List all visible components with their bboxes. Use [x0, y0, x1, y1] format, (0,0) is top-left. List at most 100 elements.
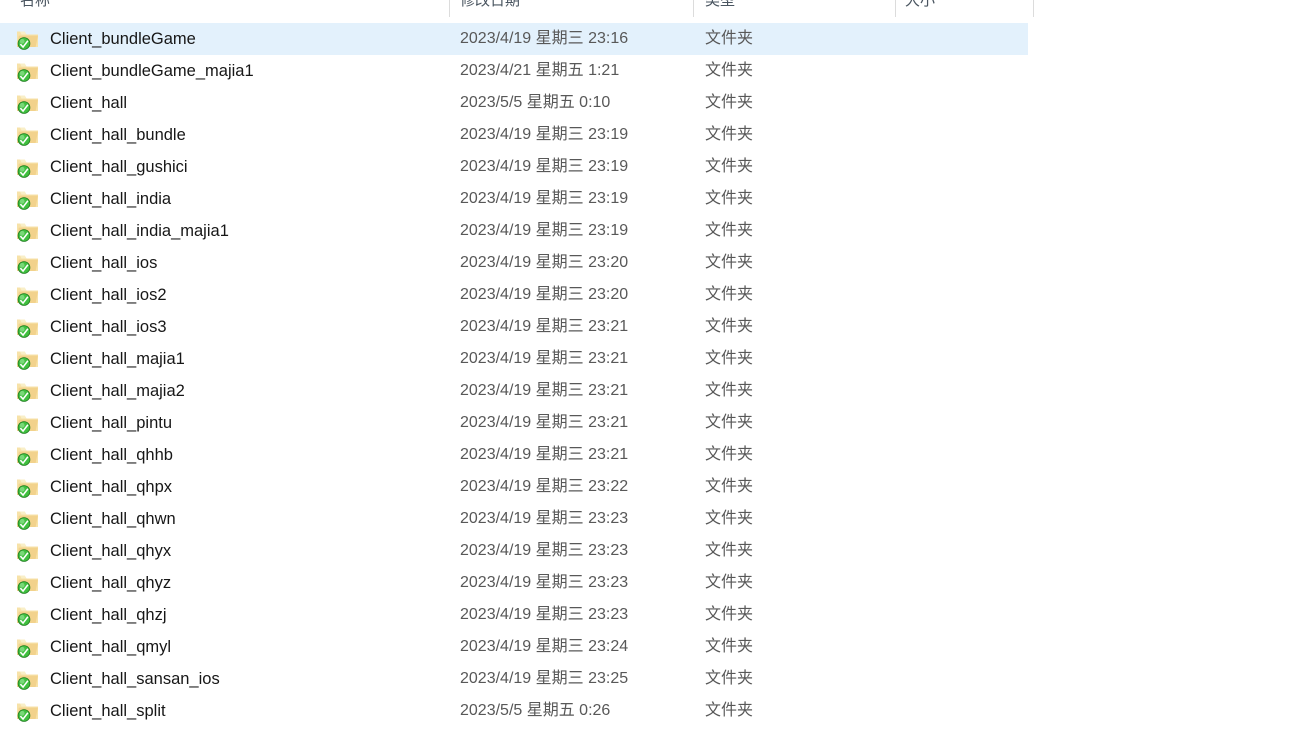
column-divider-size-end[interactable] [1033, 0, 1034, 17]
file-size [905, 599, 1025, 631]
file-row[interactable]: Client_hall_ios2 2023/4/19 星期三 23:20 文件夹 [0, 279, 1313, 311]
file-size [905, 55, 1025, 87]
file-row[interactable]: Client_hall_split 2023/5/5 星期五 0:26 文件夹 [0, 695, 1313, 727]
column-header-name[interactable]: 名称 [20, 0, 50, 16]
file-name[interactable]: Client_hall_qhyx [50, 535, 445, 567]
file-icon-cell [16, 215, 40, 247]
file-row[interactable]: Client_hall_qhyz 2023/4/19 星期三 23:23 文件夹 [0, 567, 1313, 599]
folder-svn-normal-icon [16, 23, 40, 55]
file-icon-cell [16, 87, 40, 119]
file-date-modified: 2023/4/19 星期三 23:16 [460, 30, 629, 47]
file-name[interactable]: Client_hall_split [50, 695, 445, 727]
column-header-date[interactable]: 修改日期 [460, 0, 520, 16]
file-name[interactable]: Client_bundleGame [50, 23, 445, 55]
file-name[interactable]: Client_hall_india_majia1 [50, 215, 445, 247]
folder-svn-normal-icon [16, 55, 40, 87]
file-row[interactable]: Client_hall_qhpx 2023/4/19 星期三 23:22 文件夹 [0, 471, 1313, 503]
file-date-modified: 2023/4/19 星期三 23:21 [460, 382, 629, 399]
file-row[interactable]: Client_hall_ios3 2023/4/19 星期三 23:21 文件夹 [0, 311, 1313, 343]
file-icon-cell [16, 311, 40, 343]
file-row[interactable]: Client_hall_pintu 2023/4/19 星期三 23:21 文件夹 [0, 407, 1313, 439]
file-icon-cell [16, 471, 40, 503]
file-size [905, 311, 1025, 343]
folder-svn-normal-icon [16, 151, 40, 183]
file-row[interactable]: Client_hall_qhzj 2023/4/19 星期三 23:23 文件夹 [0, 599, 1313, 631]
folder-svn-normal-icon [16, 567, 40, 599]
folder-svn-normal-icon [16, 343, 40, 375]
file-type: 文件夹 [705, 286, 754, 303]
column-header-size[interactable]: 大小 [905, 0, 935, 16]
file-row[interactable]: Client_hall_india 2023/4/19 星期三 23:19 文件夹 [0, 183, 1313, 215]
file-type: 文件夹 [705, 670, 754, 687]
column-divider-date-type[interactable] [693, 0, 694, 17]
file-type: 文件夹 [705, 446, 754, 463]
folder-svn-normal-icon [16, 311, 40, 343]
column-divider-type-size[interactable] [895, 0, 896, 17]
file-type: 文件夹 [705, 190, 754, 207]
file-name[interactable]: Client_hall_qhzj [50, 599, 445, 631]
file-name[interactable]: Client_hall_majia2 [50, 375, 445, 407]
file-date-modified: 2023/4/19 星期三 23:24 [460, 638, 629, 655]
folder-svn-normal-icon [16, 535, 40, 567]
file-row[interactable]: Client_bundleGame 2023/4/19 星期三 23:16 文件夹 [0, 23, 1313, 55]
file-date-modified: 2023/4/19 星期三 23:19 [460, 222, 629, 239]
file-row[interactable]: Client_hall_india_majia1 2023/4/19 星期三 23… [0, 215, 1313, 247]
folder-svn-normal-icon [16, 695, 40, 727]
file-date-modified: 2023/4/19 星期三 23:21 [460, 350, 629, 367]
column-header-type[interactable]: 类型 [705, 0, 735, 16]
file-name[interactable]: Client_hall_ios2 [50, 279, 445, 311]
file-list: Client_bundleGame 2023/4/19 星期三 23:16 文件夹 C… [0, 23, 1313, 740]
file-name[interactable]: Client_hall_gushici [50, 151, 445, 183]
file-name[interactable]: Client_hall_majia1 [50, 343, 445, 375]
file-row[interactable]: Client_hall_qmyl 2023/4/19 星期三 23:24 文件夹 [0, 631, 1313, 663]
file-name[interactable]: Client_hall_qhwn [50, 503, 445, 535]
file-row[interactable]: Client_hall_qhwn 2023/4/19 星期三 23:23 文件夹 [0, 503, 1313, 535]
file-row[interactable]: Client_hall_gushici 2023/4/19 星期三 23:19 文件… [0, 151, 1313, 183]
file-date-modified: 2023/4/19 星期三 23:19 [460, 158, 629, 175]
file-row[interactable]: Client_hall_qhyx 2023/4/19 星期三 23:23 文件夹 [0, 535, 1313, 567]
file-row[interactable]: Client_hall_ios 2023/4/19 星期三 23:20 文件夹 [0, 247, 1313, 279]
file-date-modified: 2023/4/19 星期三 23:23 [460, 510, 629, 527]
file-name[interactable]: Client_hall_qhpx [50, 471, 445, 503]
file-name[interactable]: Client_hall_india [50, 183, 445, 215]
file-icon-cell [16, 55, 40, 87]
file-name[interactable]: Client_bundleGame_majia1 [50, 55, 445, 87]
file-type: 文件夹 [705, 30, 754, 47]
file-name[interactable]: Client_hall_bundle [50, 119, 445, 151]
file-row[interactable]: Client_bundleGame_majia1 2023/4/21 星期五 1:… [0, 55, 1313, 87]
file-row[interactable]: Client_hall 2023/5/5 星期五 0:10 文件夹 [0, 87, 1313, 119]
folder-svn-normal-icon [16, 375, 40, 407]
file-row[interactable]: Client_hall_majia1 2023/4/19 星期三 23:21 文件夹 [0, 343, 1313, 375]
file-name[interactable]: Client_hall_qmyl [50, 631, 445, 663]
file-type: 文件夹 [705, 542, 754, 559]
folder-svn-normal-icon [16, 87, 40, 119]
file-icon-cell [16, 535, 40, 567]
file-type: 文件夹 [705, 94, 754, 111]
file-name[interactable]: Client_hall [50, 87, 445, 119]
folder-svn-normal-icon [16, 119, 40, 151]
file-row[interactable]: Client_hall_majia2 2023/4/19 星期三 23:21 文件夹 [0, 375, 1313, 407]
file-name[interactable]: Client_hall_qhyz [50, 567, 445, 599]
file-name[interactable]: Client_hall_ios [50, 247, 445, 279]
file-row[interactable]: Client_hall_bundle 2023/4/19 星期三 23:19 文件夹 [0, 119, 1313, 151]
file-type: 文件夹 [705, 318, 754, 335]
file-size [905, 183, 1025, 215]
file-type: 文件夹 [705, 510, 754, 527]
file-type: 文件夹 [705, 350, 754, 367]
file-size [905, 343, 1025, 375]
file-row[interactable]: Client_hall_sansan_ios 2023/4/19 星期三 23:2… [0, 663, 1313, 695]
file-explorer-details-view: 名称 修改日期 类型 大小 Client_bundleGame 2023/4/19… [0, 0, 1313, 740]
file-type: 文件夹 [705, 414, 754, 431]
file-icon-cell [16, 599, 40, 631]
file-name[interactable]: Client_hall_sansan_ios [50, 663, 445, 695]
file-icon-cell [16, 343, 40, 375]
file-name[interactable]: Client_hall_pintu [50, 407, 445, 439]
file-name[interactable]: Client_hall_qhhb [50, 439, 445, 471]
folder-svn-normal-icon [16, 503, 40, 535]
column-divider-name-date[interactable] [449, 0, 450, 17]
file-icon-cell [16, 375, 40, 407]
file-icon-cell [16, 439, 40, 471]
file-name[interactable]: Client_hall_ios3 [50, 311, 445, 343]
folder-svn-normal-icon [16, 599, 40, 631]
file-row[interactable]: Client_hall_qhhb 2023/4/19 星期三 23:21 文件夹 [0, 439, 1313, 471]
